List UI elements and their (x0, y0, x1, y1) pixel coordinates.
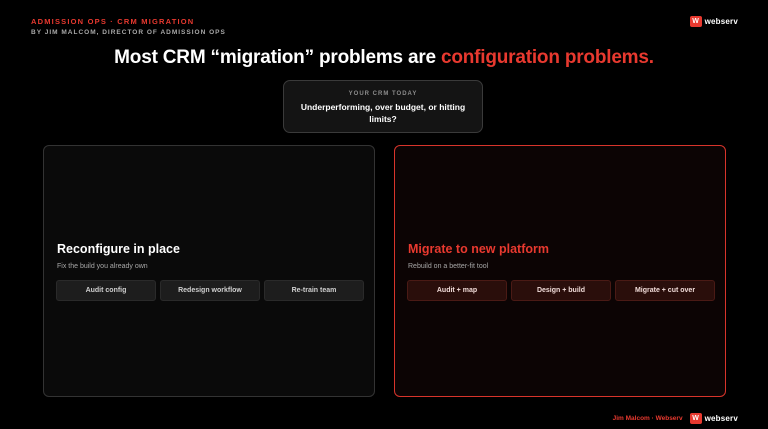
brand-name: webserv (704, 414, 738, 423)
footer-author: Jim Malcom · Webserv (612, 415, 683, 422)
step-chip-audit-config: Audit config (56, 280, 156, 301)
crm-status-label: YOUR CRM TODAY (348, 91, 418, 97)
footer: Jim Malcom · Webserv W webserv (613, 413, 738, 424)
brand-name: webserv (704, 17, 738, 26)
step-chip-retrain-team: Re-train team (264, 280, 364, 301)
step-chip-migrate-cut-over: Migrate + cut over (615, 280, 715, 301)
option-subtitle: Rebuild on a better-fit tool (408, 263, 489, 270)
headline-accent: configuration problems. (440, 47, 654, 68)
crm-status-box: YOUR CRM TODAY Underperforming, over bud… (283, 80, 483, 133)
crm-status-question: Underperforming, over budget, or hitting… (300, 102, 466, 124)
option-steps: Audit + map Design + build Migrate + cut… (407, 280, 715, 301)
option-title: Reconfigure in place (57, 242, 180, 256)
step-chip-audit-map: Audit + map (407, 280, 507, 301)
headline: Most CRM “migration” problems are config… (0, 47, 768, 69)
webserv-logo-icon: W (689, 16, 702, 27)
option-panel-reconfigure: Reconfigure in place Fix the build you a… (43, 145, 375, 397)
option-panel-migrate: Migrate to new platform Rebuild on a bet… (394, 145, 726, 397)
option-steps: Audit config Redesign workflow Re-train … (56, 280, 364, 301)
eyebrow-label: ADMISSION OPS · CRM MIGRATION (31, 17, 195, 26)
option-subtitle: Fix the build you already own (57, 263, 148, 270)
byline: BY JIM MALCOM, DIRECTOR OF ADMISSION OPS (31, 29, 226, 36)
brand-logo-header: W webserv (689, 16, 738, 27)
headline-main: Most CRM “migration” problems are (114, 47, 441, 68)
step-chip-design-build: Design + build (511, 280, 611, 301)
webserv-logo-icon: W (689, 413, 702, 424)
step-chip-redesign-workflow: Redesign workflow (160, 280, 260, 301)
option-title: Migrate to new platform (408, 242, 549, 256)
